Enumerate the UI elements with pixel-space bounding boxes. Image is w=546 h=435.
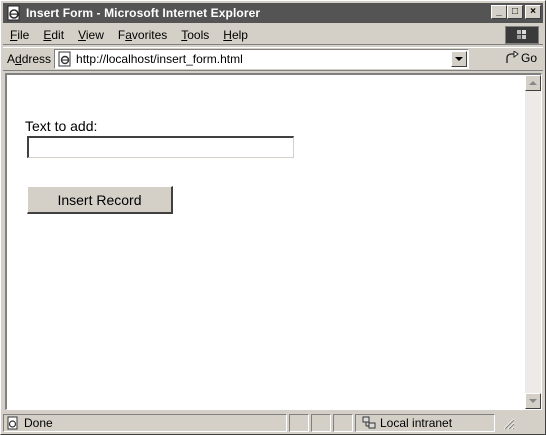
menu-bar: File Edit View Favorites Tools Help: [3, 25, 543, 45]
menu-favorites[interactable]: Favorites: [111, 28, 174, 42]
maximize-button[interactable]: □: [507, 5, 523, 19]
address-url: http://localhost/insert_form.html: [76, 52, 243, 66]
menu-view[interactable]: View: [71, 28, 111, 42]
title-bar: Insert Form - Microsoft Internet Explore…: [3, 3, 543, 23]
menu-help[interactable]: Help: [216, 28, 255, 42]
ie-page-icon: [6, 5, 22, 21]
close-button[interactable]: ×: [525, 5, 541, 19]
status-text: Done: [24, 415, 53, 430]
status-panel: Done: [3, 413, 287, 432]
local-intranet-icon: [362, 416, 376, 430]
text-to-add-label: Text to add:: [25, 118, 98, 134]
minimize-button[interactable]: _: [491, 5, 507, 19]
status-panel-empty: [311, 413, 331, 432]
menu-file[interactable]: File: [3, 28, 36, 42]
go-arrow-icon: [506, 51, 519, 63]
page-done-icon: [6, 416, 20, 430]
status-bar: Done Local intranet: [3, 412, 543, 433]
address-label: Address: [7, 52, 52, 66]
vertical-scrollbar[interactable]: [525, 75, 541, 409]
text-to-add-input[interactable]: [27, 136, 294, 158]
address-bar: Address http://localhost/insert_form.htm…: [3, 47, 543, 71]
ie-page-icon: [57, 51, 73, 67]
chevron-down-icon: [455, 56, 464, 61]
windows-logo-throbber: [505, 26, 539, 44]
address-input[interactable]: http://localhost/insert_form.html: [54, 49, 470, 69]
page-content: Text to add: Insert Record: [5, 73, 542, 410]
zone-text: Local intranet: [380, 415, 453, 430]
arrow-up-icon: [529, 80, 537, 85]
scroll-down-button[interactable]: [525, 393, 541, 409]
menu-tools[interactable]: Tools: [174, 28, 216, 42]
resize-grip-icon[interactable]: [501, 416, 515, 430]
insert-record-button[interactable]: Insert Record: [27, 186, 173, 214]
browser-window: Insert Form - Microsoft Internet Explore…: [0, 0, 546, 435]
arrow-down-icon: [529, 398, 537, 403]
zone-panel: Local intranet: [355, 413, 495, 432]
address-dropdown-button[interactable]: [451, 51, 468, 67]
scroll-up-button[interactable]: [525, 75, 541, 91]
go-button[interactable]: Go: [505, 51, 537, 65]
window-title: Insert Form - Microsoft Internet Explore…: [26, 6, 261, 20]
status-panel-empty: [333, 413, 353, 432]
menu-edit[interactable]: Edit: [36, 28, 71, 42]
status-panel-empty: [289, 413, 309, 432]
